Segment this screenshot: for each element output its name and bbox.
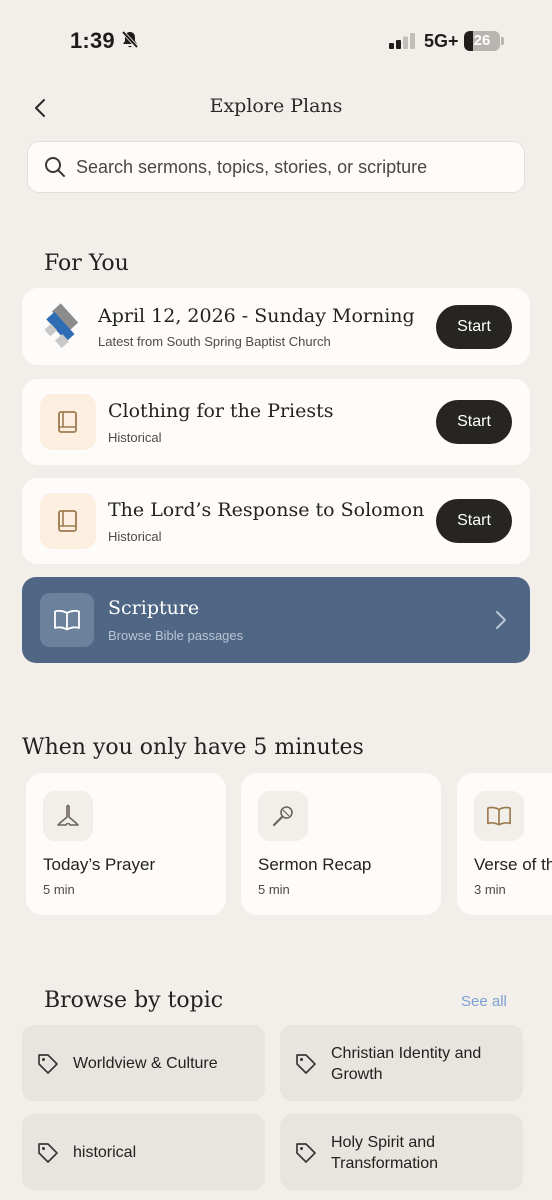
scripture-subtitle: Browse Bible passages (108, 628, 244, 643)
bell-off-icon (121, 30, 139, 49)
quick-card-duration: 5 min (43, 882, 75, 897)
scripture-title: Scripture (108, 597, 200, 619)
topic-label: Worldview & Culture (73, 1055, 218, 1072)
start-button[interactable]: Start (436, 499, 512, 543)
plan-title: Clothing for the Priests (108, 400, 334, 422)
quick-card-sermon-recap[interactable]: Sermon Recap 5 min (241, 773, 441, 915)
browse-topic-heading: Browse by topic (44, 988, 224, 1013)
network-label: 5G+ (424, 31, 459, 51)
for-you-heading: For You (44, 251, 129, 276)
quick-icon-tile (258, 791, 308, 841)
search-input[interactable] (76, 156, 516, 178)
plan-subtitle: Latest from South Spring Baptist Church (98, 334, 331, 349)
book-tile (40, 493, 96, 549)
tag-icon (38, 1143, 58, 1163)
book-tile (40, 394, 96, 450)
battery-percent: 26 (473, 32, 491, 49)
quick-card-duration: 5 min (258, 882, 290, 897)
search-icon (45, 157, 65, 177)
plan-subtitle: Historical (108, 430, 162, 445)
status-bar: 1:39 5G+ 26 (0, 0, 552, 82)
quick-icon-tile (474, 791, 524, 841)
see-all-link[interactable]: See all (461, 993, 507, 1010)
topic-chip-historical[interactable]: historical (22, 1114, 265, 1190)
topic-label: Holy Spirit and Transformation (331, 1134, 438, 1172)
scripture-card[interactable]: Scripture Browse Bible passages (22, 577, 530, 663)
chevron-right-icon (496, 611, 506, 629)
microphone-icon (272, 806, 293, 827)
plan-card-sunday-morning[interactable]: April 12, 2026 - Sunday Morning Latest f… (22, 288, 530, 365)
praying-hands-icon (57, 804, 79, 826)
plan-subtitle: Historical (108, 529, 162, 544)
start-button[interactable]: Start (436, 305, 512, 349)
topic-chip-christian-identity[interactable]: Christian Identity and Growth (280, 1025, 523, 1101)
plan-card-clothing-priests[interactable]: Clothing for the Priests Historical Star… (22, 379, 530, 465)
book-icon (58, 411, 77, 433)
five-minutes-heading: When you only have 5 minutes (22, 735, 364, 760)
quick-card-verse[interactable]: Verse of th 3 min (457, 773, 552, 915)
quick-card-todays-prayer[interactable]: Today’s Prayer 5 min (26, 773, 226, 915)
plan-title: April 12, 2026 - Sunday Morning (98, 305, 415, 327)
status-time: 1:39 (70, 28, 115, 53)
scripture-tile (40, 593, 94, 647)
topic-label: Christian Identity and Growth (331, 1045, 482, 1083)
page-title: Explore Plans (209, 95, 343, 117)
start-button[interactable]: Start (436, 400, 512, 444)
open-book-icon (54, 609, 80, 631)
cellular-signal-icon (389, 33, 415, 49)
book-icon (58, 510, 77, 532)
open-book-icon (487, 806, 511, 826)
topic-chip-worldview[interactable]: Worldview & Culture (22, 1025, 265, 1101)
search-bar[interactable] (27, 141, 525, 193)
quick-card-title: Sermon Recap (258, 855, 372, 874)
topic-label: historical (73, 1144, 137, 1161)
plan-title: The Lord’s Response to Solomon (108, 499, 425, 521)
tag-icon (296, 1054, 316, 1074)
quick-card-duration: 3 min (474, 882, 506, 897)
quick-card-title: Today’s Prayer (43, 855, 156, 874)
topic-chip-holy-spirit[interactable]: Holy Spirit and Transformation (280, 1114, 523, 1190)
quick-card-title: Verse of th (474, 855, 552, 874)
tag-icon (38, 1054, 58, 1074)
church-logo (44, 303, 79, 349)
tag-icon (296, 1143, 316, 1163)
battery-icon: 26 (464, 31, 504, 51)
plan-card-lords-response[interactable]: The Lord’s Response to Solomon Historica… (22, 478, 530, 564)
quick-icon-tile (43, 791, 93, 841)
